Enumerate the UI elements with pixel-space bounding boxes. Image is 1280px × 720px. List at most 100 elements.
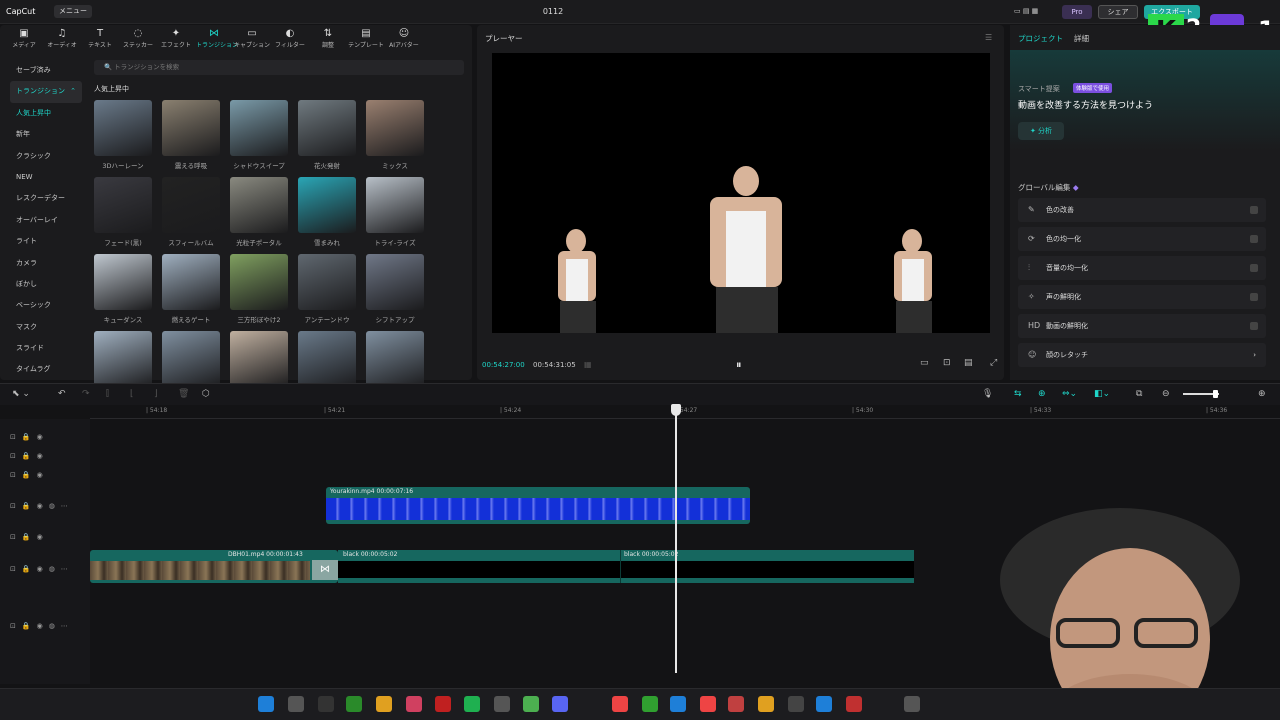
tool-7[interactable]: ▭ キャプション — [234, 28, 270, 52]
analyze-button[interactable]: ✦ 分析 — [1018, 122, 1064, 140]
transition-tile[interactable] — [162, 254, 220, 310]
menu-button[interactable]: メニュー — [54, 5, 92, 18]
tool-3[interactable]: T テキスト — [82, 28, 118, 52]
transition-tile[interactable] — [230, 100, 288, 156]
transition-tile[interactable] — [298, 254, 356, 310]
split-icon[interactable]: ⫿ — [106, 389, 109, 399]
option-5[interactable]: HD 動画の鮮明化 — [1018, 314, 1266, 338]
transition-tile[interactable] — [230, 254, 288, 310]
transition-tile[interactable] — [366, 331, 424, 387]
grid-icon[interactable]: ▦ — [584, 360, 592, 369]
video-preview[interactable] — [492, 53, 990, 333]
tool-5[interactable]: ✦ エフェクト — [158, 28, 194, 52]
transition-tile[interactable] — [366, 100, 424, 156]
taskbar-app-icon[interactable] — [700, 696, 716, 712]
zoom-out-icon[interactable]: ⊖ — [1162, 389, 1170, 399]
option-toggle[interactable] — [1250, 206, 1258, 214]
category-item[interactable]: セーブ済み — [10, 60, 82, 81]
tool-10[interactable]: ▤ テンプレート — [348, 28, 384, 52]
ratio-icon[interactable]: ▭ — [920, 358, 929, 368]
transition-tile[interactable] — [366, 254, 424, 310]
option-toggle[interactable] — [1250, 322, 1258, 330]
track-controls-main[interactable]: ⊡🔒◉◍⋯ — [10, 565, 74, 573]
option-toggle[interactable] — [1250, 235, 1258, 243]
link-icon[interactable]: ⇆ — [1014, 389, 1022, 399]
magnet-icon[interactable]: ⊕ — [1038, 389, 1046, 399]
zoom-slider-handle[interactable] — [1213, 390, 1218, 398]
select-tool-icon[interactable]: ⬉ ⌄ — [12, 389, 30, 399]
taskbar-app-icon[interactable] — [523, 696, 539, 712]
taskbar-app-icon[interactable] — [318, 696, 334, 712]
transition-tile[interactable] — [366, 177, 424, 233]
pro-button[interactable]: Pro — [1062, 5, 1092, 19]
category-item[interactable]: タイムラグ — [10, 359, 82, 380]
category-item[interactable]: ベーシック — [10, 295, 82, 316]
transition-tile[interactable] — [94, 100, 152, 156]
preview-axis-icon[interactable]: ◧⌄ — [1094, 389, 1110, 399]
transition-tile[interactable] — [94, 254, 152, 310]
track-controls-3[interactable]: ⊡🔒◉ — [10, 471, 49, 479]
tool-8[interactable]: ◐ フィルター — [272, 28, 308, 52]
redo-icon[interactable]: ↷ — [82, 389, 90, 399]
category-item[interactable]: カメラ — [10, 253, 82, 274]
taskbar-app-icon[interactable] — [258, 696, 274, 712]
transition-tile[interactable] — [162, 331, 220, 387]
track-controls-5[interactable]: ⊡🔒◉ — [10, 533, 49, 541]
category-item[interactable]: ライト — [10, 231, 82, 252]
taskbar-app-icon[interactable] — [612, 696, 628, 712]
share-button[interactable]: シェア — [1098, 5, 1138, 19]
player-menu-icon[interactable]: ☰ — [985, 33, 992, 42]
category-item[interactable]: トランジション ⌃ — [10, 81, 82, 103]
fit-icon[interactable]: ⧉ — [1136, 389, 1142, 399]
taskbar-app-icon[interactable] — [552, 696, 568, 712]
option-4[interactable]: ✧ 声の鮮明化 — [1018, 285, 1266, 309]
category-item[interactable]: 新年 — [10, 124, 82, 145]
split-right-icon[interactable]: ⌋ — [154, 389, 158, 399]
option-1[interactable]: ✎ 色の改善 — [1018, 198, 1266, 222]
taskbar-app-icon[interactable] — [788, 696, 804, 712]
zoom-in-icon[interactable]: ⊕ — [1258, 389, 1266, 399]
playhead[interactable] — [675, 405, 677, 673]
transition-tile[interactable] — [94, 331, 152, 387]
option-toggle[interactable] — [1250, 264, 1258, 272]
transition-tile[interactable] — [230, 331, 288, 387]
transition-tile[interactable] — [298, 177, 356, 233]
option-6[interactable]: ☺ 顔のレタッチ › — [1018, 343, 1266, 367]
undo-icon[interactable]: ↶ — [58, 389, 66, 399]
track-controls-4[interactable]: ⊡🔒◉◍⋯ — [10, 502, 74, 510]
taskbar-app-icon[interactable] — [406, 696, 422, 712]
category-item[interactable]: NEW — [10, 167, 82, 188]
tool-1[interactable]: ▣ メディア — [6, 28, 42, 52]
fullscreen-icon[interactable]: ⤢ — [990, 358, 997, 368]
taskbar-app-icon[interactable] — [846, 696, 862, 712]
taskbar-app-icon[interactable] — [758, 696, 774, 712]
snap-icon[interactable]: ⇔⌄ — [1062, 389, 1077, 399]
transition-tile[interactable] — [298, 331, 356, 387]
transition-tile[interactable] — [230, 177, 288, 233]
track-controls-2[interactable]: ⊡🔒◉ — [10, 452, 49, 460]
play-pause-button[interactable]: ⏸ — [736, 358, 742, 372]
tool-4[interactable]: ◌ ステッカー — [120, 28, 156, 52]
playhead-handle[interactable] — [671, 404, 681, 416]
zoom-icon[interactable]: ⊡ — [943, 358, 951, 368]
taskbar-app-icon[interactable] — [346, 696, 362, 712]
category-item[interactable]: ぼかし — [10, 274, 82, 295]
transition-marker[interactable]: ⋈ — [312, 560, 338, 580]
category-item[interactable]: クラシック — [10, 146, 82, 167]
category-item[interactable]: レスクーデター — [10, 188, 82, 209]
transition-tile[interactable] — [94, 177, 152, 233]
taskbar-app-icon[interactable] — [904, 696, 920, 712]
marker-icon[interactable]: ⬡ — [202, 389, 210, 399]
category-item[interactable]: オーバーレイ — [10, 210, 82, 231]
tab-detail[interactable]: 詳細 — [1074, 33, 1089, 44]
option-toggle[interactable] — [1250, 293, 1258, 301]
track-controls-audio[interactable]: ⊡🔒◉◍⋯ — [10, 622, 74, 630]
split-left-icon[interactable]: ⌊ — [130, 389, 134, 399]
transition-search-input[interactable]: 🔍 トランジションを検索 — [94, 60, 464, 75]
taskbar-app-icon[interactable] — [288, 696, 304, 712]
category-item[interactable]: 人気上昇中 — [10, 103, 82, 124]
taskbar-app-icon[interactable] — [728, 696, 744, 712]
aspect-icon[interactable]: ▤ — [964, 358, 973, 368]
taskbar-app-icon[interactable] — [642, 696, 658, 712]
taskbar-app-icon[interactable] — [816, 696, 832, 712]
